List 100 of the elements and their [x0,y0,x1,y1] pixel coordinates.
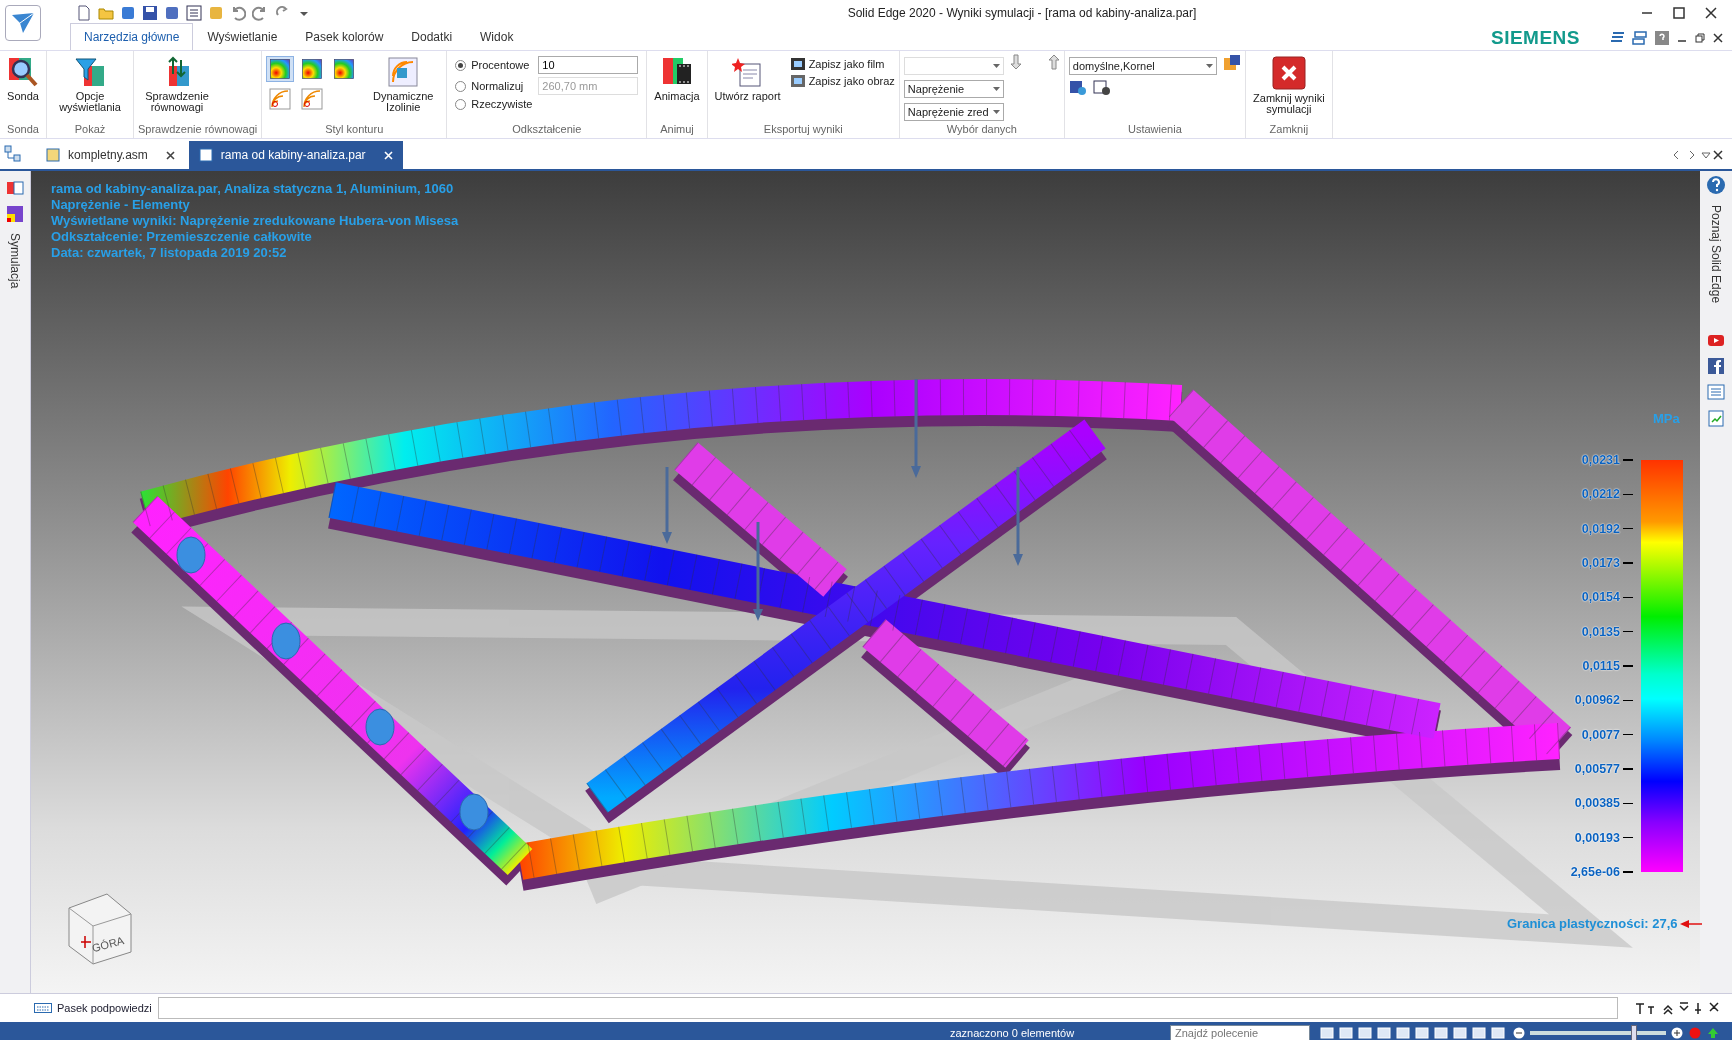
ribbon-tab[interactable]: Wyświetlanie [193,23,292,50]
ribbon-tab[interactable]: Narzędzia główne [70,23,194,50]
window-title: Solid Edge 2020 - Wyniki symulacji - [rama od kabiny-analiza.par] [846,5,1198,20]
group-label: Odkształcenie [511,123,583,137]
close-icon [1271,56,1306,90]
data-dropdown[interactable]: Naprężenie [903,80,1004,98]
legend-value: 0,00193 [1574,830,1620,845]
up-arrow-icon[interactable] [1047,54,1060,70]
ribbon-button[interactable]: Sprawdzenie równowagi [138,54,216,115]
ribbon-tab[interactable]: Pasek kolorów [291,23,398,50]
brand-logo: SIEMENS [1490,26,1580,49]
ribbon-button[interactable]: Opcje wyświetlania [51,54,129,115]
folder-save-icon[interactable] [1222,54,1241,72]
tree-icon[interactable] [4,145,22,163]
group-label: Animuj [659,123,695,137]
legend-value: 0,0173 [1581,556,1620,570]
document-tab[interactable]: rama od kabiny-analiza.par [188,141,403,169]
help-icon[interactable] [1706,175,1726,195]
legend-value: 0,0135 [1581,624,1620,639]
list-icon[interactable] [186,4,202,21]
ribbon-small-button[interactable]: Zapisz jako film [789,57,895,71]
close-icon[interactable] [165,150,175,160]
group-label: Eksportuj wyniki [762,123,844,137]
legend-value: 2,65e-06 [1570,864,1620,879]
close-icon[interactable] [1712,31,1724,44]
isoline-rings-icon [269,88,292,110]
value-field[interactable]: 10 [538,56,639,74]
side-tab[interactable]: Poznaj Solid Edge [1709,203,1723,306]
ribbon-tab[interactable]: Dodatki [397,23,467,50]
legend-value: 0,0212 [1581,487,1620,502]
undo-icon[interactable] [230,4,246,21]
command-search-field[interactable]: Znajdź polecenie [1170,1024,1310,1040]
result-info-line: Data: czwartek, 7 listopada 2019 20:52 [51,245,288,261]
tile-icon[interactable] [1632,29,1648,46]
side-tab[interactable]: Symulacja [8,231,22,291]
help-icon[interactable] [1654,29,1670,46]
clipboard-chart-icon[interactable] [1707,409,1725,428]
caret-icon [992,87,1000,91]
restore-icon[interactable] [1694,31,1706,44]
contour-map-icon [301,58,324,80]
paper-plane-icon [11,12,35,34]
ribbon-button[interactable]: Dynamiczne Izolinie [364,54,443,115]
funnel-icon [74,56,106,88]
group-label: Pokaż [73,123,107,137]
part-document-icon [198,148,213,162]
contour-map-icon[interactable] [6,205,24,223]
fixed-constraint-sphere [271,622,301,660]
status-text: zaznaczono 0 elementów [950,1026,1076,1039]
application-menu-button[interactable] [5,5,41,41]
yield-strength-label: Granica plastyczności: 27,6 [1507,916,1678,931]
ribbon-button[interactable]: Utwórz raport [711,54,784,104]
legend-value: 0,0192 [1581,521,1620,536]
legend-value: 0,0115 [1582,658,1620,673]
part-document-icon [46,148,60,162]
contour-map-icon [269,58,292,80]
ribbon-tab[interactable]: Widok [466,23,528,50]
hint-bar-label[interactable]: Pasek podpowiedzi [34,1002,152,1014]
data-dropdown[interactable]: Naprężenie zred [903,103,1004,121]
group-label: Zamknij [1268,123,1310,137]
report-icon [731,56,764,88]
result-info-line: Odkształcenie: Przemieszczenie całkowite [51,229,313,245]
radio-option[interactable]: Rzeczywiste [455,98,533,110]
down-arrow-icon[interactable] [1009,54,1022,70]
legend-value: 0,0077 [1581,727,1620,742]
close-results-button[interactable]: Zamknij wyniki symulacji [1249,54,1328,117]
radio-option[interactable]: Procentowe [455,59,533,71]
redo-icon[interactable] [252,4,268,21]
hint-field[interactable] [157,997,1618,1019]
result-info-line: rama od kabiny-analiza.par, Analiza statyczna 1, Aluminium, 1060 [51,181,455,197]
pointer-arrow-icon [1679,919,1702,928]
caret-icon [992,110,1000,114]
ribbon-button[interactable]: Sonda [4,54,42,104]
group-label: Wybór danych [945,123,1018,137]
fixed-constraint-sphere [459,793,489,831]
group-label: Styl konturu [324,123,385,137]
ribbon-small-button[interactable]: Zapisz jako obraz [789,74,895,88]
radio-circle[interactable] [455,98,467,110]
result-info-line: Wyświetlane wyniki: Naprężenie zredukowane Hubera-von Misesa [51,213,459,229]
social-icon[interactable] [1707,357,1725,376]
fixed-constraint-sphere [176,536,206,574]
zoom-out-icon[interactable] [1513,1026,1525,1039]
caret-icon [1205,64,1213,68]
settings-dropdown[interactable]: domyślne,Kornel [1068,57,1217,75]
ribbon-button[interactable]: Animacja [651,54,703,104]
results-list-icon[interactable] [6,179,24,197]
tab-navigation-icon[interactable] [1672,149,1724,161]
save-icon[interactable] [142,4,158,21]
contour-map-icon [333,58,356,80]
isoline-icon [387,56,420,88]
settings-icon[interactable] [1092,80,1111,96]
zoom-slider-thumb[interactable] [1631,1024,1638,1040]
group-label: Sonda [6,123,40,137]
isoline-rings-icon [301,88,324,110]
radio-circle[interactable] [455,59,467,71]
new-document-icon[interactable] [76,4,92,21]
save-settings-icon[interactable] [1068,80,1087,96]
group-label: Ustawienia [1126,123,1183,137]
upload-arrow-icon[interactable] [1707,1026,1719,1039]
zoom-in-icon[interactable] [1671,1026,1683,1039]
contour-style-button[interactable] [266,56,295,82]
